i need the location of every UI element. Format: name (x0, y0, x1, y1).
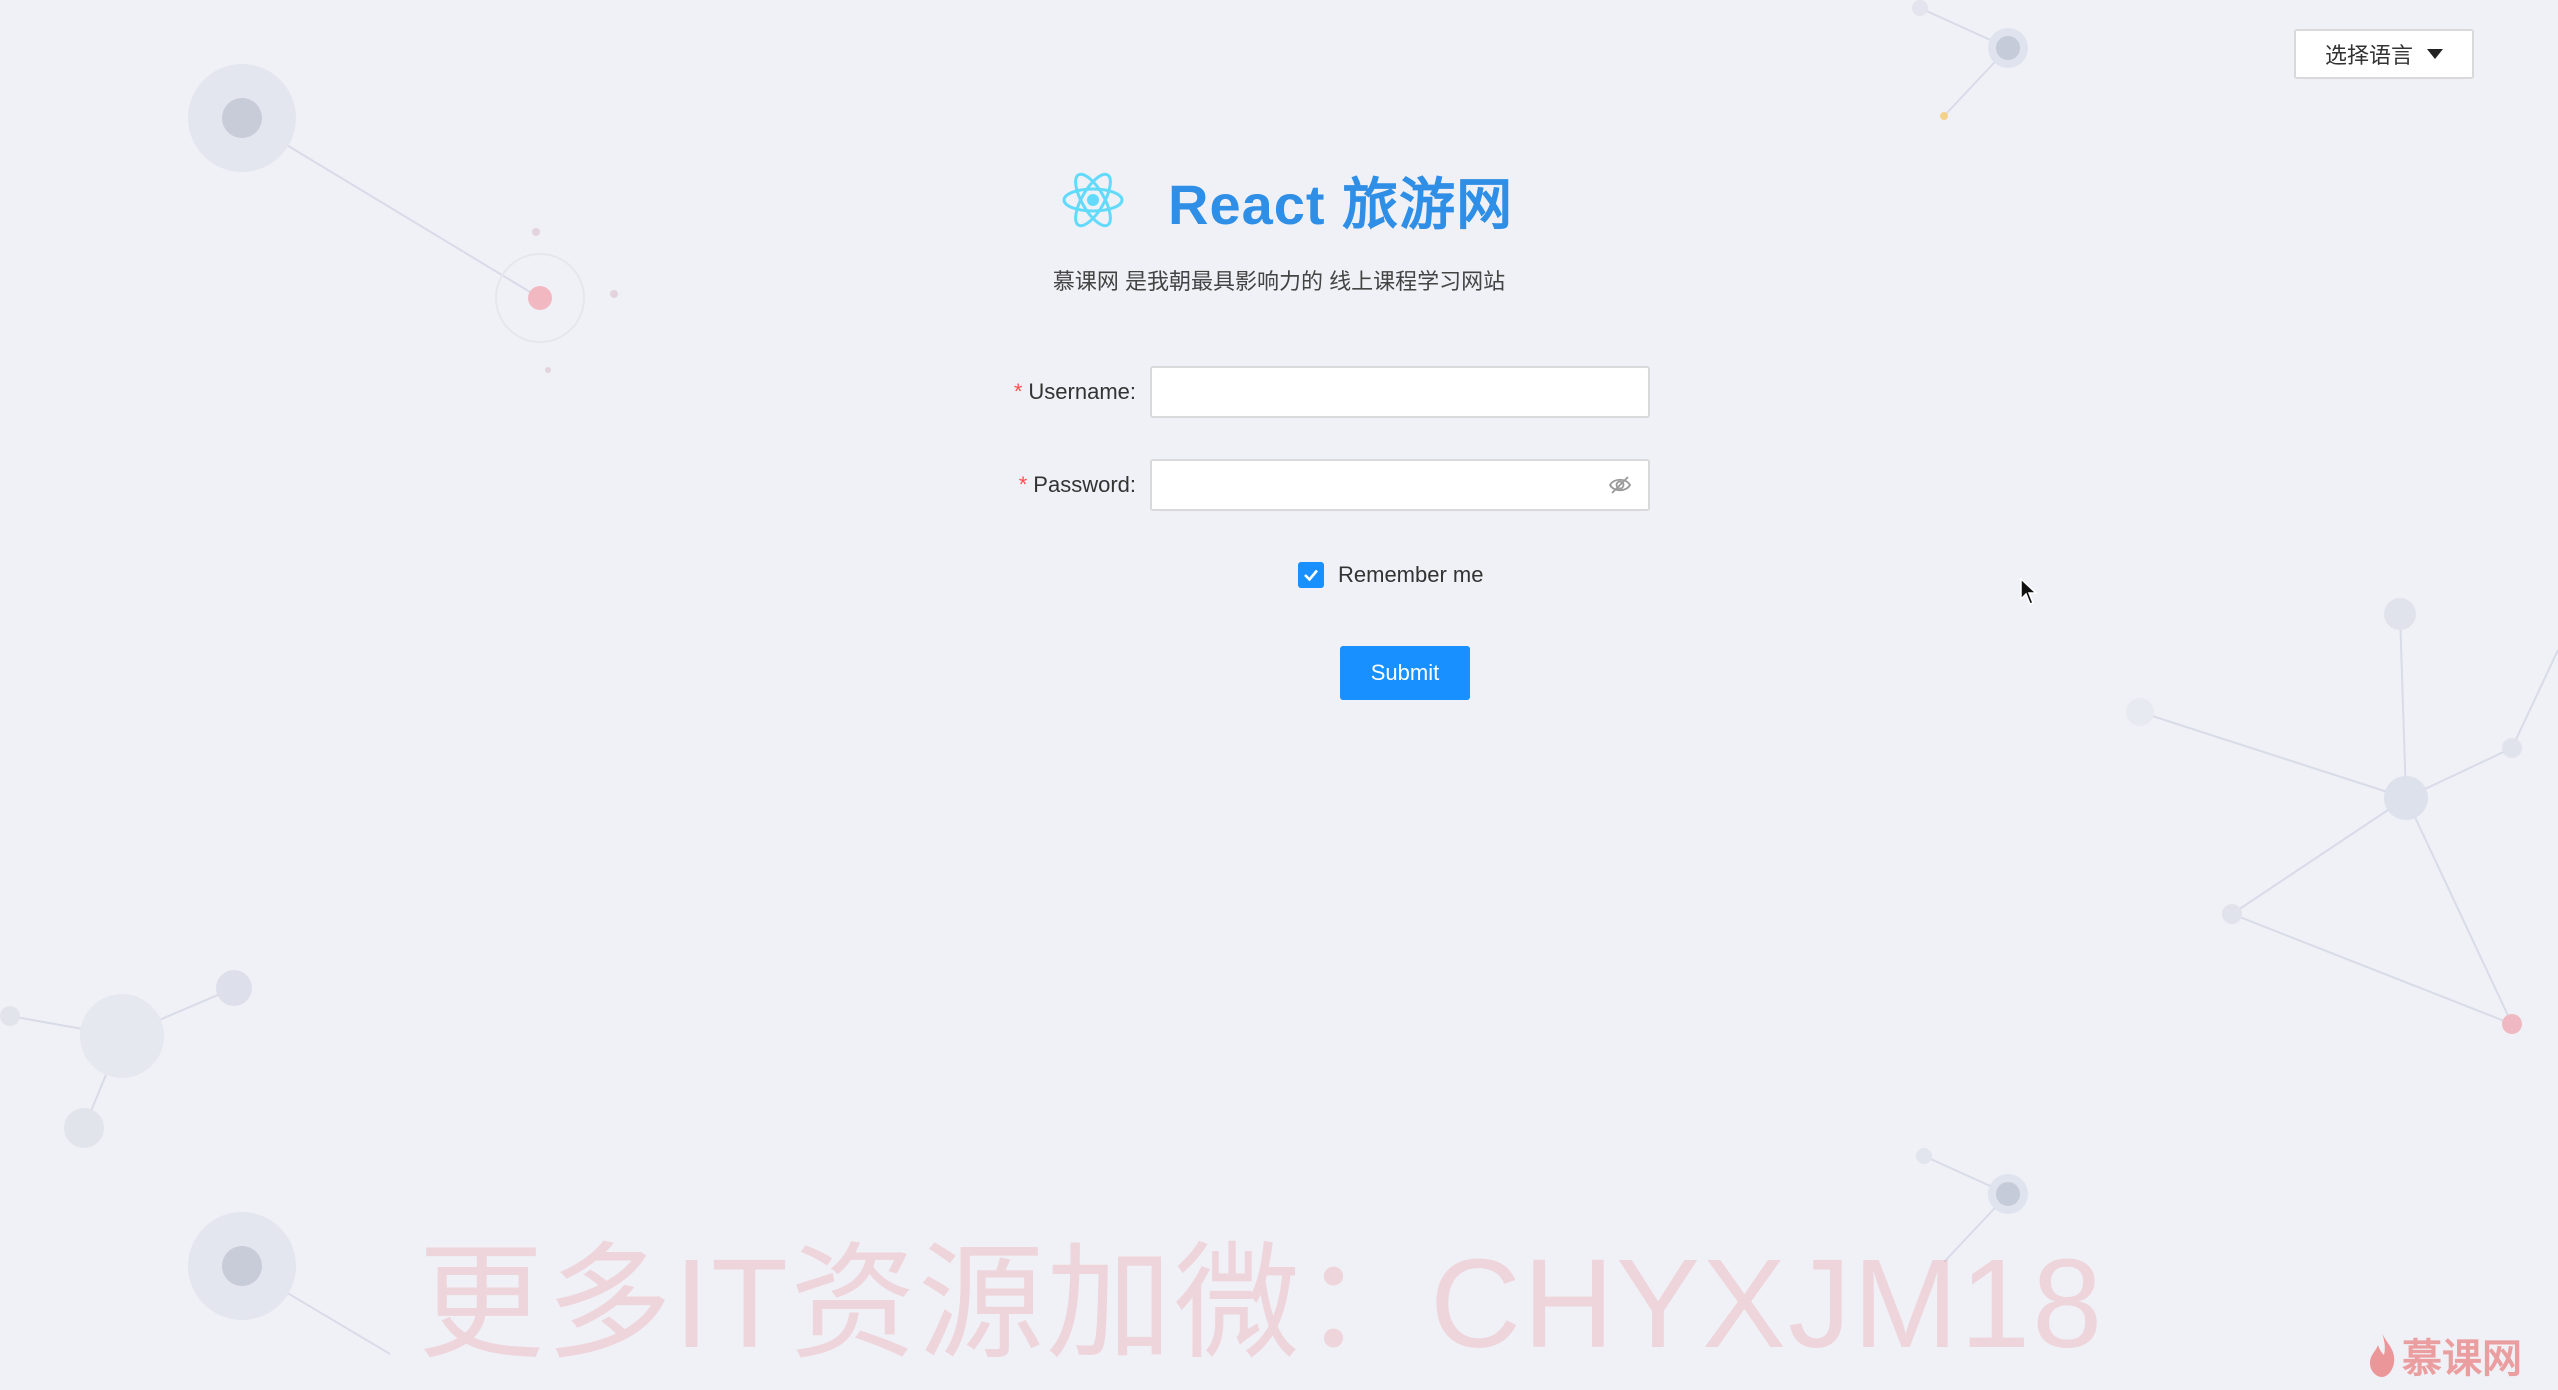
corner-logo-text: 慕课网 (2402, 1337, 2522, 1381)
language-select-label: 选择语言 (2324, 43, 2413, 68)
eye-invisible-icon[interactable] (1608, 473, 1632, 497)
watermark-text: 更多IT资源加微：CHYXJM18 (418, 1233, 2105, 1374)
corner-brand-logo: 慕课网 (2366, 1326, 2522, 1384)
username-form-row: * Username: (900, 366, 1650, 418)
checkbox-checked-icon[interactable] (1298, 562, 1324, 588)
password-form-row: * Password: (900, 459, 1650, 511)
username-label: * Username: (900, 379, 1150, 405)
page-title: React 旅游网 (1168, 172, 1514, 236)
login-page: 选择语言 React 旅游网 慕课网 是我朝最具影响力的 线上课程学习网站 * U… (0, 0, 2558, 1390)
username-input[interactable] (1150, 366, 1650, 418)
required-mark: * (1018, 472, 1028, 497)
brand-header: React 旅游网 (1060, 160, 1513, 240)
submit-button[interactable]: Submit (1340, 646, 1470, 700)
remember-me-checkbox[interactable]: Remember me (1298, 562, 1483, 588)
mouse-cursor-icon (2020, 578, 2038, 605)
required-mark: * (1013, 379, 1023, 404)
react-atom-icon (1062, 172, 1124, 228)
username-label-text: Username: (1028, 379, 1136, 404)
flame-icon (2370, 1333, 2395, 1377)
password-label: * Password: (900, 472, 1150, 498)
password-input[interactable] (1150, 459, 1650, 511)
language-select-button[interactable]: 选择语言 (2294, 29, 2474, 79)
remember-me-label: Remember me (1338, 562, 1484, 587)
caret-down-icon (2427, 49, 2443, 59)
password-label-text: Password: (1033, 472, 1136, 497)
page-subtitle: 慕课网 是我朝最具影响力的 线上课程学习网站 (1052, 269, 1506, 294)
password-field-wrapper (1150, 459, 1650, 511)
